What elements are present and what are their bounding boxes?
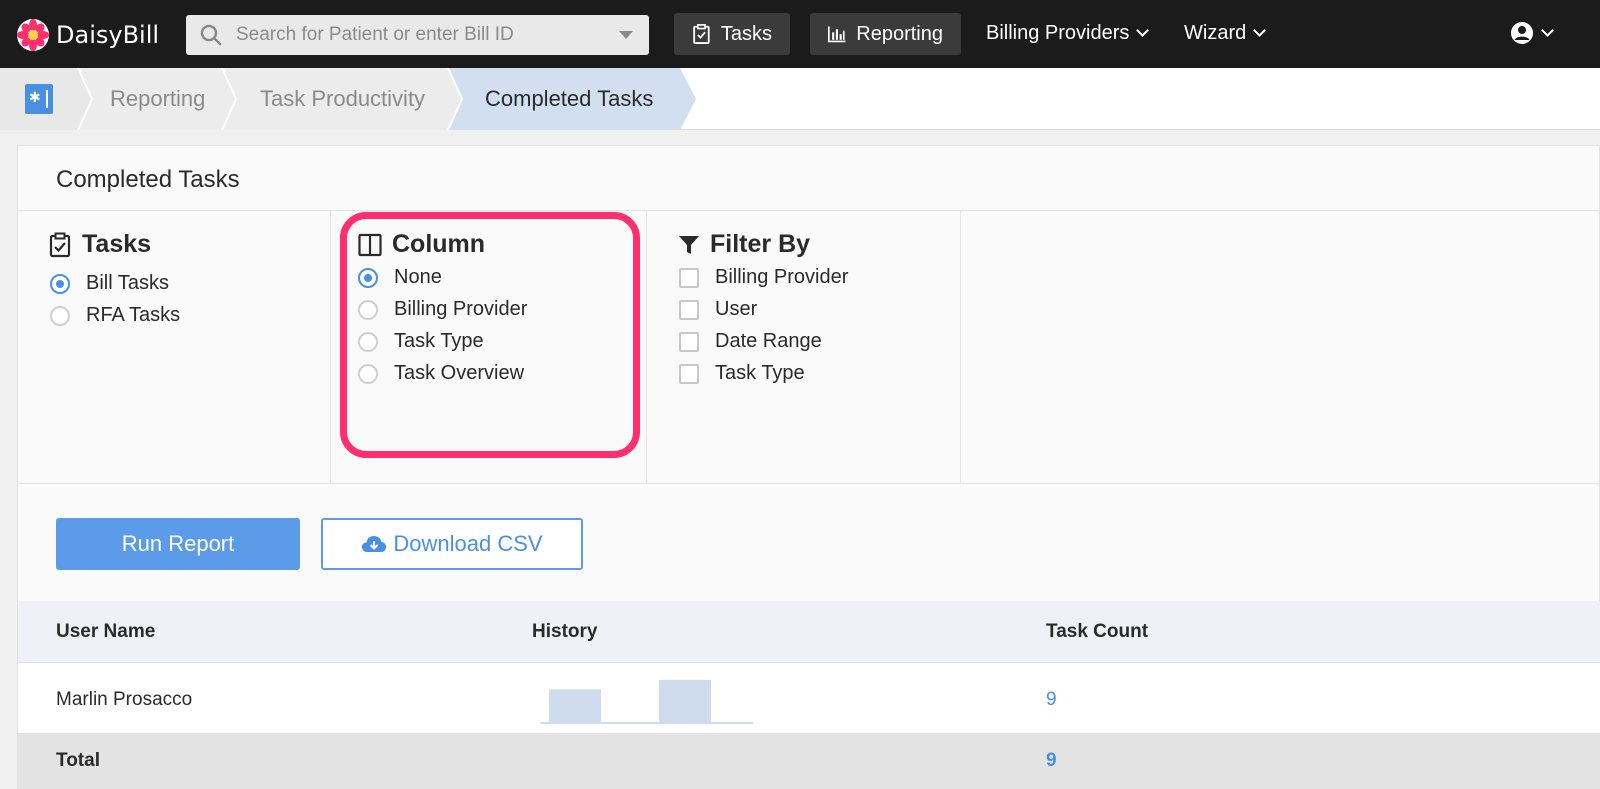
filter-icon — [679, 235, 699, 254]
user-menu[interactable] — [1510, 21, 1554, 45]
breadcrumb-item-task-productivity[interactable]: Task Productivity — [260, 68, 425, 130]
sparkline-bar — [659, 679, 711, 723]
checkbox-filter-task-type[interactable]: Task Type — [679, 362, 805, 385]
option-label: Task Type — [715, 362, 805, 384]
top-navbar: DaisyBill Search for Patient or enter Bi… — [0, 0, 1600, 68]
download-csv-button[interactable]: Download CSV — [321, 518, 583, 570]
radio-button-selected[interactable] — [50, 273, 70, 294]
brand-name: DaisyBill — [56, 21, 160, 49]
bar-chart-icon — [828, 26, 846, 43]
radio-rfa-tasks[interactable]: RFA Tasks — [50, 304, 180, 327]
nav-reporting-button[interactable]: Reporting — [810, 13, 961, 55]
breadcrumb-label: Reporting — [110, 86, 206, 111]
daisy-icon — [17, 19, 49, 51]
clipboard-check-icon — [693, 24, 710, 44]
radio-bill-tasks[interactable]: Bill Tasks — [50, 272, 169, 295]
cloud-download-icon — [362, 536, 387, 552]
divider — [646, 210, 647, 483]
tasks-group-label: Tasks — [82, 230, 152, 258]
cell-task-count-link[interactable]: 9 — [1046, 689, 1057, 711]
breadcrumb-label: Completed Tasks — [485, 86, 654, 111]
column-header-task-count[interactable]: Task Count — [1046, 621, 1148, 643]
user-avatar-icon — [1511, 22, 1533, 44]
report-panel: Completed Tasks Tasks Bill Tasks RFA Tas… — [17, 145, 1600, 789]
clipboard-check-icon — [49, 232, 71, 257]
divider — [18, 210, 1600, 211]
divider — [330, 210, 331, 483]
checkbox-filter-date-range[interactable]: Date Range — [679, 330, 822, 353]
checkbox-filter-billing-provider[interactable]: Billing Provider — [679, 266, 848, 289]
table-footer-total: Total 9 — [18, 733, 1600, 789]
search-placeholder: Search for Patient or enter Bill ID — [236, 24, 514, 45]
checkbox[interactable] — [679, 331, 699, 352]
nav-billing-providers-label: Billing Providers — [986, 22, 1130, 44]
option-label: Billing Provider — [715, 266, 849, 288]
nav-tasks-button[interactable]: Tasks — [674, 13, 790, 55]
search-icon — [200, 24, 222, 46]
checkbox[interactable] — [679, 267, 699, 288]
filter-group-title: Filter By — [678, 230, 810, 259]
table-header: User Name History Task Count — [18, 601, 1600, 663]
total-count-link[interactable]: 9 — [1046, 750, 1057, 772]
run-report-button[interactable]: Run Report — [56, 518, 300, 570]
breadcrumb-home[interactable] — [0, 68, 78, 130]
history-sparkline — [541, 679, 753, 724]
nav-tasks-label: Tasks — [720, 22, 772, 45]
checkbox-filter-user[interactable]: User — [679, 298, 757, 321]
nav-wizard-menu[interactable]: Wizard — [1184, 22, 1267, 45]
filter-group-label: Filter By — [710, 230, 811, 258]
option-label: User — [715, 298, 758, 320]
breadcrumb-item-completed-tasks: Completed Tasks — [485, 68, 653, 130]
bill-document-icon — [25, 84, 53, 114]
nav-billing-providers-menu[interactable]: Billing Providers — [986, 22, 1150, 45]
divider — [18, 483, 1600, 484]
column-header-user-name[interactable]: User Name — [56, 621, 155, 643]
breadcrumb-item-reporting[interactable]: Reporting — [110, 68, 205, 130]
nav-wizard-label: Wizard — [1184, 22, 1247, 44]
brand-logo[interactable]: DaisyBill — [16, 18, 159, 52]
option-label: RFA Tasks — [86, 304, 181, 326]
tasks-group-title: Tasks — [48, 230, 151, 259]
table-row: Marlin Prosacco 9 — [18, 663, 1600, 733]
checkbox[interactable] — [679, 363, 699, 384]
breadcrumb: Reporting Task Productivity Completed Ta… — [0, 68, 1600, 130]
sparkline-bar — [549, 689, 601, 723]
breadcrumb-label: Task Productivity — [260, 86, 426, 111]
cell-user-name: Marlin Prosacco — [56, 689, 193, 710]
chevron-down-icon — [1541, 23, 1554, 37]
option-label: Date Range — [715, 330, 822, 352]
option-label: Bill Tasks — [86, 272, 169, 294]
page-title: Completed Tasks — [56, 166, 240, 193]
column-header-history[interactable]: History — [532, 621, 597, 643]
total-label: Total — [56, 750, 100, 771]
column-highlight-annotation — [340, 212, 640, 458]
search-dropdown-caret-icon[interactable] — [619, 31, 633, 39]
divider — [960, 210, 961, 483]
download-csv-label: Download CSV — [393, 531, 543, 556]
nav-reporting-label: Reporting — [856, 22, 943, 45]
radio-button[interactable] — [50, 305, 70, 326]
chevron-down-icon — [1136, 24, 1150, 37]
search-input[interactable]: Search for Patient or enter Bill ID — [186, 15, 649, 55]
checkbox[interactable] — [679, 299, 699, 320]
chevron-down-icon — [1253, 24, 1267, 37]
